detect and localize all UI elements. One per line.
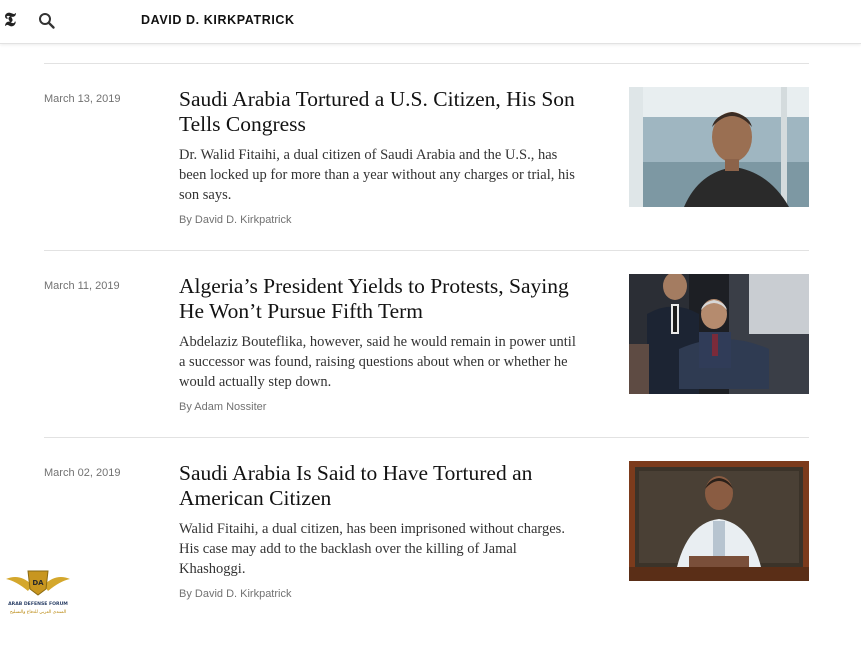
page-title: DAVID D. KIRKPATRICK [141, 13, 295, 27]
article-summary: Dr. Walid Fitaihi, a dual citizen of Sau… [179, 147, 575, 203]
watermark-monogram: DA [32, 579, 44, 587]
top-bar: 𝕿 DAVID D. KIRKPATRICK [0, 0, 861, 44]
search-icon[interactable] [38, 12, 56, 30]
article-item: March 02, 2019 Saudi Arabia Is Said to H… [0, 461, 861, 648]
article-headline-link[interactable]: Saudi Arabia Tortured a U.S. Citizen, Hi… [179, 87, 599, 137]
divider [44, 63, 809, 64]
watermark-line1: ARAB DEFENSE FORUM [8, 601, 68, 607]
article-item: March 11, 2019 Algeria’s President Yield… [0, 274, 861, 461]
watermark-logo: DA ARAB DEFENSE FORUM المنتدى العربي للد… [2, 563, 74, 617]
article-summary: Abdelaziz Bouteflika, however, said he w… [179, 334, 576, 390]
article-date: March 13, 2019 [44, 93, 121, 105]
article-byline: By David D. Kirkpatrick [179, 214, 292, 226]
divider [44, 437, 809, 438]
article-headline-link[interactable]: Algeria’s President Yields to Protests, … [179, 274, 599, 324]
article-byline: By David D. Kirkpatrick [179, 588, 292, 600]
article-headline-link[interactable]: Saudi Arabia Is Said to Have Tortured an… [179, 461, 599, 511]
article-date: March 11, 2019 [44, 280, 120, 292]
article-thumbnail[interactable] [629, 461, 809, 581]
nyt-logo-icon[interactable]: 𝕿 [2, 9, 18, 31]
article-item: March 13, 2019 Saudi Arabia Tortured a U… [0, 87, 861, 274]
watermark-line2: المنتدى العربي للدفاع والتسليح [10, 610, 66, 615]
article-byline: By Adam Nossiter [179, 401, 267, 413]
article-thumbnail[interactable] [629, 87, 809, 207]
article-summary: Walid Fitaihi, a dual citizen, has been … [179, 521, 565, 577]
article-thumbnail[interactable] [629, 274, 809, 394]
divider [44, 250, 809, 251]
article-date: March 02, 2019 [44, 467, 121, 479]
